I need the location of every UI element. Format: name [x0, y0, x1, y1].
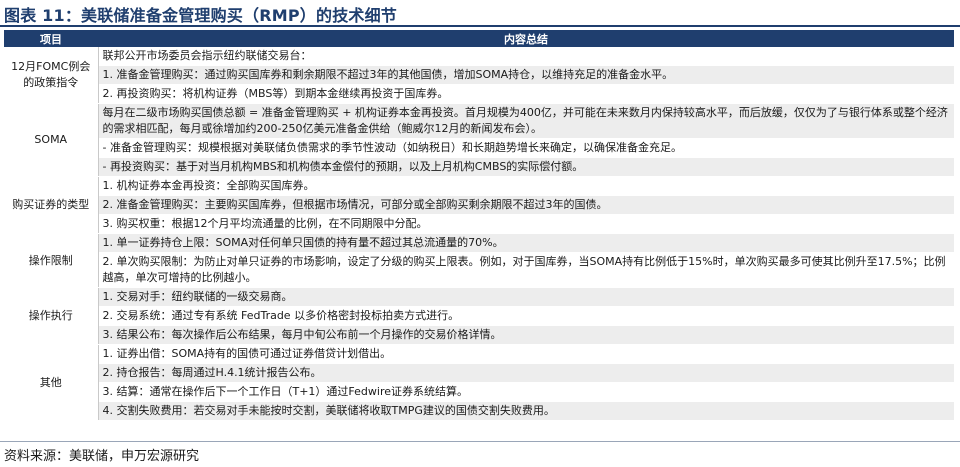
table-row: 4. 交割失败费用：若交易对手未能按时交割，美联储将收取TMPG建议的国债交割失… [4, 401, 954, 421]
section-label: 其他 [4, 344, 99, 421]
table-row: 2. 单次购买限制：为防止对单只证券的市场影响，设定了分级的购买上限表。例如，对… [4, 252, 954, 288]
content-line: 每月在二级市场购买国债总额 = 准备金管理购买 + 机构证券本金再投资。首月规模… [98, 103, 954, 139]
details-table: 项目 内容总结 12月FOMC例会的政策指令 联邦公开市场委员会指示纽约联储交易台… [4, 30, 954, 421]
table-row: 3. 购买权重：根据12个月平均流通量的比例，在不同期限中分配。 [4, 214, 954, 234]
content-line: 2. 准备金管理购买：主要购买国库券，但根据市场情况，可部分或全部购买剩余期限不… [98, 195, 954, 215]
bottom-divider [0, 441, 960, 442]
content-line: 1. 交易对手：纽约联储的一级交易商。 [98, 287, 954, 307]
header-item: 项目 [4, 30, 98, 47]
content-line: - 准备金管理购买：规模根据对美联储负债需求的季节性波动（如纳税日）和长期趋势增… [98, 138, 954, 158]
content-line: 1. 单一证券持仓上限：SOMA对任何单只国债的持有量不超过其总流通量的70%。 [98, 233, 954, 253]
table-body: 12月FOMC例会的政策指令 联邦公开市场委员会指示纽约联储交易台： 1. 准备金管… [4, 47, 954, 421]
content-line: 联邦公开市场委员会指示纽约联储交易台： [98, 47, 954, 66]
section-label: 12月FOMC例会的政策指令 [4, 47, 99, 104]
content-line: 3. 结算：通常在操作后下一个工作日（T+1）通过Fedwire证券系统结算。 [98, 382, 954, 402]
figure-title: 图表 11：美联储准备金管理购买（RMP）的技术细节 [4, 6, 398, 25]
table-row: 2. 持仓报告：每周通过H.4.1统计报告公布。 [4, 363, 954, 383]
content-line: 2. 再投资购买：将机构证券（MBS等）到期本金继续再投资于国库券。 [98, 84, 954, 104]
table-row: 2. 再投资购买：将机构证券（MBS等）到期本金继续再投资于国库券。 [4, 84, 954, 104]
table-row: 操作执行 1. 交易对手：纽约联储的一级交易商。 [4, 287, 954, 345]
content-line: 2. 交易系统：通过专有系统 FedTrade 以多价格密封投标拍卖方式进行。 [98, 306, 954, 326]
table-row: - 再投资购买：基于对当月机构MBS和机构债本金偿付的预期，以及上月机构CMBS… [4, 157, 954, 177]
table-row: 12月FOMC例会的政策指令 联邦公开市场委员会指示纽约联储交易台： [4, 47, 954, 104]
table-header-row: 项目 内容总结 [4, 30, 954, 47]
content-line: 1. 准备金管理购买：通过购买国库券和剩余期限不超过3年的其他国债，增加SOMA… [98, 65, 954, 85]
content-line: - 再投资购买：基于对当月机构MBS和机构债本金偿付的预期，以及上月机构CMBS… [98, 157, 954, 177]
content-line: 2. 持仓报告：每周通过H.4.1统计报告公布。 [98, 363, 954, 383]
source-note: 资料来源：美联储，申万宏源研究 [4, 449, 200, 464]
content-line: 4. 交割失败费用：若交易对手未能按时交割，美联储将收取TMPG建议的国债交割失… [98, 401, 954, 421]
table-row: 购买证券的类型 1. 机构证券本金再投资：全部购买国库券。 [4, 176, 954, 234]
table-row: 3. 结算：通常在操作后下一个工作日（T+1）通过Fedwire证券系统结算。 [4, 382, 954, 402]
content-line: 3. 购买权重：根据12个月平均流通量的比例，在不同期限中分配。 [98, 214, 954, 234]
section-label: 购买证券的类型 [4, 176, 99, 234]
section-label: 操作执行 [4, 287, 99, 345]
content-line: 3. 结果公布：每次操作后公布结果，每月中旬公布前一个月操作的交易价格详情。 [98, 325, 954, 345]
table-row: 其他 1. 证券出借：SOMA持有的国债可通过证券借贷计划借出。 [4, 344, 954, 421]
content-line: 1. 证券出借：SOMA持有的国债可通过证券借贷计划借出。 [98, 344, 954, 364]
table-row: - 准备金管理购买：规模根据对美联储负债需求的季节性波动（如纳税日）和长期趋势增… [4, 138, 954, 158]
table-row: 2. 准备金管理购买：主要购买国库券，但根据市场情况，可部分或全部购买剩余期限不… [4, 195, 954, 215]
title-divider [0, 25, 960, 27]
table-row: 1. 准备金管理购买：通过购买国库券和剩余期限不超过3年的其他国债，增加SOMA… [4, 65, 954, 85]
table-row: 3. 结果公布：每次操作后公布结果，每月中旬公布前一个月操作的交易价格详情。 [4, 325, 954, 345]
section-label: 操作限制 [4, 233, 99, 288]
table-row: SOMA 每月在二级市场购买国债总额 = 准备金管理购买 + 机构证券本金再投资。… [4, 103, 954, 177]
content-line: 2. 单次购买限制：为防止对单只证券的市场影响，设定了分级的购买上限表。例如，对… [98, 252, 954, 288]
table-row: 操作限制 1. 单一证券持仓上限：SOMA对任何单只国债的持有量不超过其总流通量的… [4, 233, 954, 288]
content-line: 1. 机构证券本金再投资：全部购买国库券。 [98, 176, 954, 196]
section-label: SOMA [4, 103, 99, 177]
header-summary: 内容总结 [98, 30, 954, 47]
table-row: 2. 交易系统：通过专有系统 FedTrade 以多价格密封投标拍卖方式进行。 [4, 306, 954, 326]
document-page: 图表 11：美联储准备金管理购买（RMP）的技术细节 项目 内容总结 12月FO… [0, 0, 960, 467]
